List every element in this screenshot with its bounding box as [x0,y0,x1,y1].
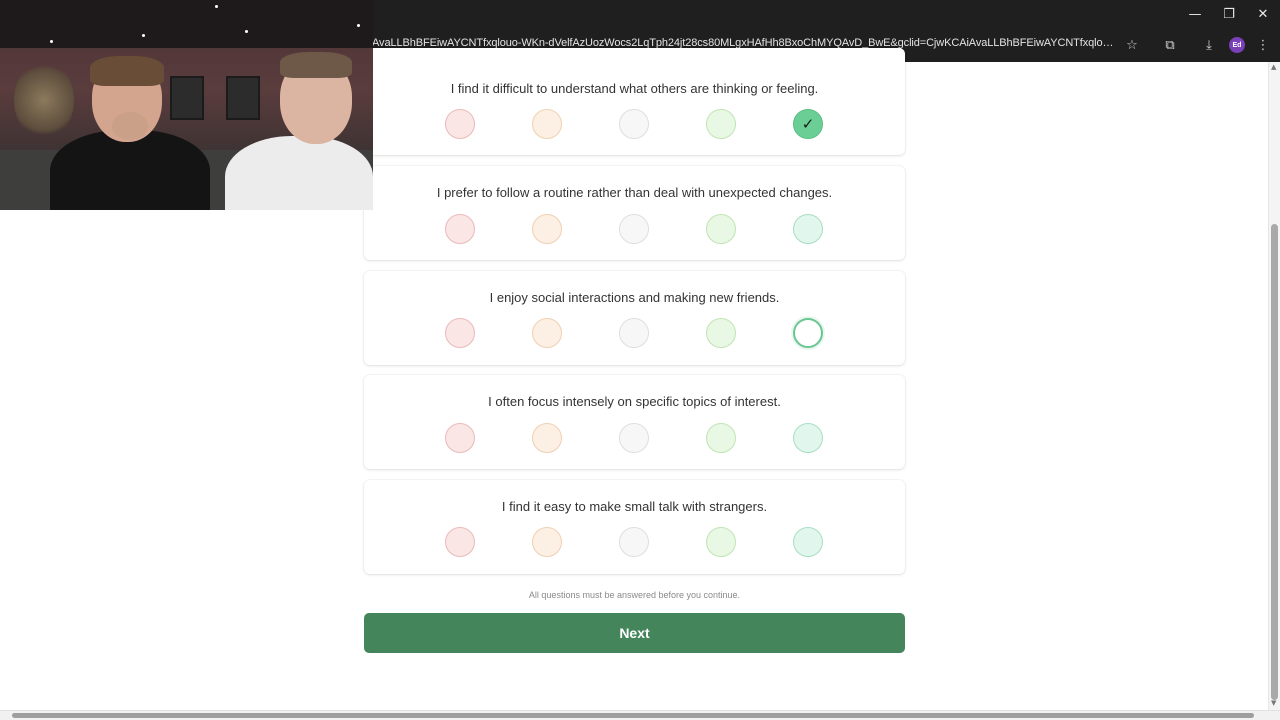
webcam-ceiling [0,0,373,48]
option-strongly-agree[interactable] [793,423,823,453]
vertical-scrollbar[interactable]: ▲ ▼ [1268,62,1280,710]
scroll-down-icon[interactable]: ▼ [1271,699,1276,707]
question-text: I enjoy social interactions and making n… [489,290,780,305]
option-neutral[interactable] [619,214,649,244]
option-disagree[interactable] [532,214,562,244]
option-neutral[interactable] [619,423,649,453]
option-neutral[interactable] [619,109,649,139]
window-controls: — ❐ ✕ [1178,0,1280,28]
wall-picture-frame [170,76,204,120]
wall-picture-frame [226,76,260,120]
restore-button[interactable]: ❐ [1212,0,1246,28]
person-right-body [225,136,373,210]
horizontal-scrollbar[interactable] [0,710,1280,720]
option-strongly-disagree[interactable] [445,109,475,139]
option-neutral[interactable] [619,527,649,557]
option-agree[interactable] [706,318,736,348]
profile-avatar[interactable]: Ed [1229,37,1245,53]
vertical-scroll-thumb[interactable] [1271,224,1278,700]
option-strongly-agree[interactable] [793,214,823,244]
person-left-body [50,130,210,210]
option-disagree[interactable] [532,109,562,139]
question-card-4: I often focus intensely on specific topi… [364,375,905,469]
ceiling-light [142,34,145,37]
ceiling-light [245,30,248,33]
option-strongly-agree[interactable] [793,527,823,557]
horizontal-scroll-thumb[interactable] [12,713,1254,718]
option-agree[interactable] [706,527,736,557]
option-agree[interactable] [706,423,736,453]
close-window-button[interactable]: ✕ [1246,0,1280,28]
option-strongly-disagree[interactable] [445,214,475,244]
webcam-overlay [0,0,373,210]
option-strongly-agree[interactable] [793,318,823,348]
person-left-hair [90,56,164,86]
option-strongly-disagree[interactable] [445,318,475,348]
option-disagree[interactable] [532,527,562,557]
person-left-hand [112,112,148,140]
question-text: I often focus intensely on specific topi… [488,394,781,409]
question-card-2: I prefer to follow a routine rather than… [364,166,905,260]
option-agree[interactable] [706,109,736,139]
scroll-up-icon[interactable]: ▲ [1271,63,1276,71]
question-text: I find it difficult to understand what o… [450,81,819,96]
question-text: I prefer to follow a routine rather than… [436,185,833,200]
option-disagree[interactable] [532,423,562,453]
download-icon[interactable]: ⤓ [1198,34,1220,56]
question-card-5: I find it easy to make small talk with s… [364,480,905,574]
menu-icon[interactable]: ⋮ [1252,34,1274,56]
option-strongly-agree[interactable]: ✓ [793,109,823,139]
option-neutral[interactable] [619,318,649,348]
ceiling-light [50,40,53,43]
ceiling-light [215,5,218,8]
question-card-3: I enjoy social interactions and making n… [364,271,905,365]
option-strongly-disagree[interactable] [445,423,475,453]
next-button[interactable]: Next [364,613,905,653]
validation-note: All questions must be answered before yo… [528,590,741,600]
minimize-button[interactable]: — [1178,0,1212,28]
person-right-hair [280,52,352,78]
webcam-plant [14,60,74,140]
option-disagree[interactable] [532,318,562,348]
question-card-1: I find it difficult to understand what o… [364,48,905,155]
option-agree[interactable] [706,214,736,244]
extensions-icon[interactable]: ⧉ [1159,34,1181,56]
bookmark-star-icon[interactable]: ☆ [1121,34,1143,56]
question-text: I find it easy to make small talk with s… [501,499,768,514]
check-icon: ✓ [801,115,815,133]
option-strongly-disagree[interactable] [445,527,475,557]
ceiling-light [357,24,360,27]
